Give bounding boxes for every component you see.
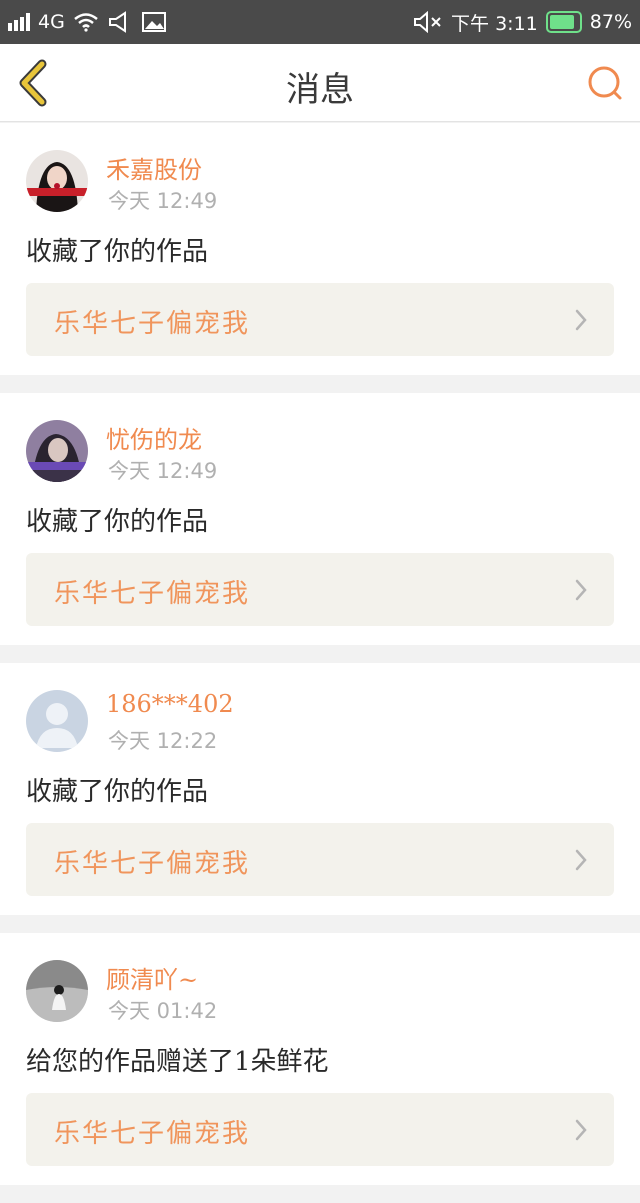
chevron-right-icon xyxy=(575,1119,587,1141)
timestamp: 今天 12:22 xyxy=(108,729,218,753)
work-title: 乐华七子偏宠我 xyxy=(54,1119,251,1149)
work-link-button[interactable]: 乐华七子偏宠我 xyxy=(26,553,614,626)
work-title: 乐华七子偏宠我 xyxy=(54,579,251,609)
username[interactable]: 顾清吖~ xyxy=(106,960,198,995)
work-link-button[interactable]: 乐华七子偏宠我 xyxy=(26,1093,614,1166)
message-text: 给您的作品赠送了1朵鲜花 xyxy=(26,1047,329,1077)
username[interactable]: 忧伤的龙 xyxy=(106,420,202,455)
avatar[interactable] xyxy=(26,150,88,212)
search-button[interactable] xyxy=(586,64,626,104)
chevron-right-icon xyxy=(575,579,587,601)
chevron-right-icon xyxy=(575,849,587,871)
chevron-right-icon xyxy=(575,309,587,331)
work-link-button[interactable]: 乐华七子偏宠我 xyxy=(26,823,614,896)
avatar[interactable] xyxy=(26,690,88,752)
work-link-button[interactable]: 乐华七子偏宠我 xyxy=(26,283,614,356)
image-icon xyxy=(141,12,166,32)
status-time: 下午 3:11 xyxy=(451,12,538,35)
message-card: 禾嘉股份今天 12:49 收藏了你的作品乐华七子偏宠我 xyxy=(0,123,640,375)
speaker-icon xyxy=(108,11,126,33)
status-bar: 4G 下午 3:11 87% xyxy=(0,0,640,44)
message-card: 顾清吖~ 今天 01:42 给您的作品赠送了1朵鲜花乐华七子偏宠我 xyxy=(0,933,640,1185)
message-text: 收藏了你的作品 xyxy=(26,777,209,807)
status-right: 下午 3:11 87% xyxy=(413,9,632,36)
message-card: 忧伤的龙今天 12:49 收藏了你的作品乐华七子偏宠我 xyxy=(0,393,640,645)
timestamp: 今天 01:42 xyxy=(108,999,218,1023)
search-icon xyxy=(588,66,622,100)
battery-fill xyxy=(549,15,575,29)
username[interactable]: 186***402 xyxy=(106,690,234,718)
page-title: 消息 xyxy=(286,70,354,110)
username[interactable]: 禾嘉股份 xyxy=(106,150,202,185)
app-header: 消息 xyxy=(0,44,640,122)
message-card: 186***402 今天 12:22 收藏了你的作品乐华七子偏宠我 xyxy=(0,663,640,915)
timestamp: 今天 12:49 xyxy=(108,189,218,213)
network-type: 4G xyxy=(38,11,65,33)
timestamp: 今天 12:49 xyxy=(108,459,218,483)
work-title: 乐华七子偏宠我 xyxy=(54,849,251,879)
work-title: 乐华七子偏宠我 xyxy=(54,309,251,339)
message-list: 禾嘉股份 今天 12:49 收藏了你的作品 乐华七子偏宠我 忧伤的龙 今天 12:49 收藏… xyxy=(0,123,640,1203)
mute-icon xyxy=(414,11,441,33)
battery-icon xyxy=(545,11,582,33)
wifi-icon xyxy=(74,13,98,32)
signal-icon xyxy=(8,13,30,31)
avatar[interactable] xyxy=(26,960,88,1022)
avatar[interactable] xyxy=(26,420,88,482)
message-text: 收藏了你的作品 xyxy=(26,507,209,537)
battery-percent: 87% xyxy=(589,11,632,33)
message-text: 收藏了你的作品 xyxy=(26,237,209,267)
status-left: 4G xyxy=(8,11,167,33)
